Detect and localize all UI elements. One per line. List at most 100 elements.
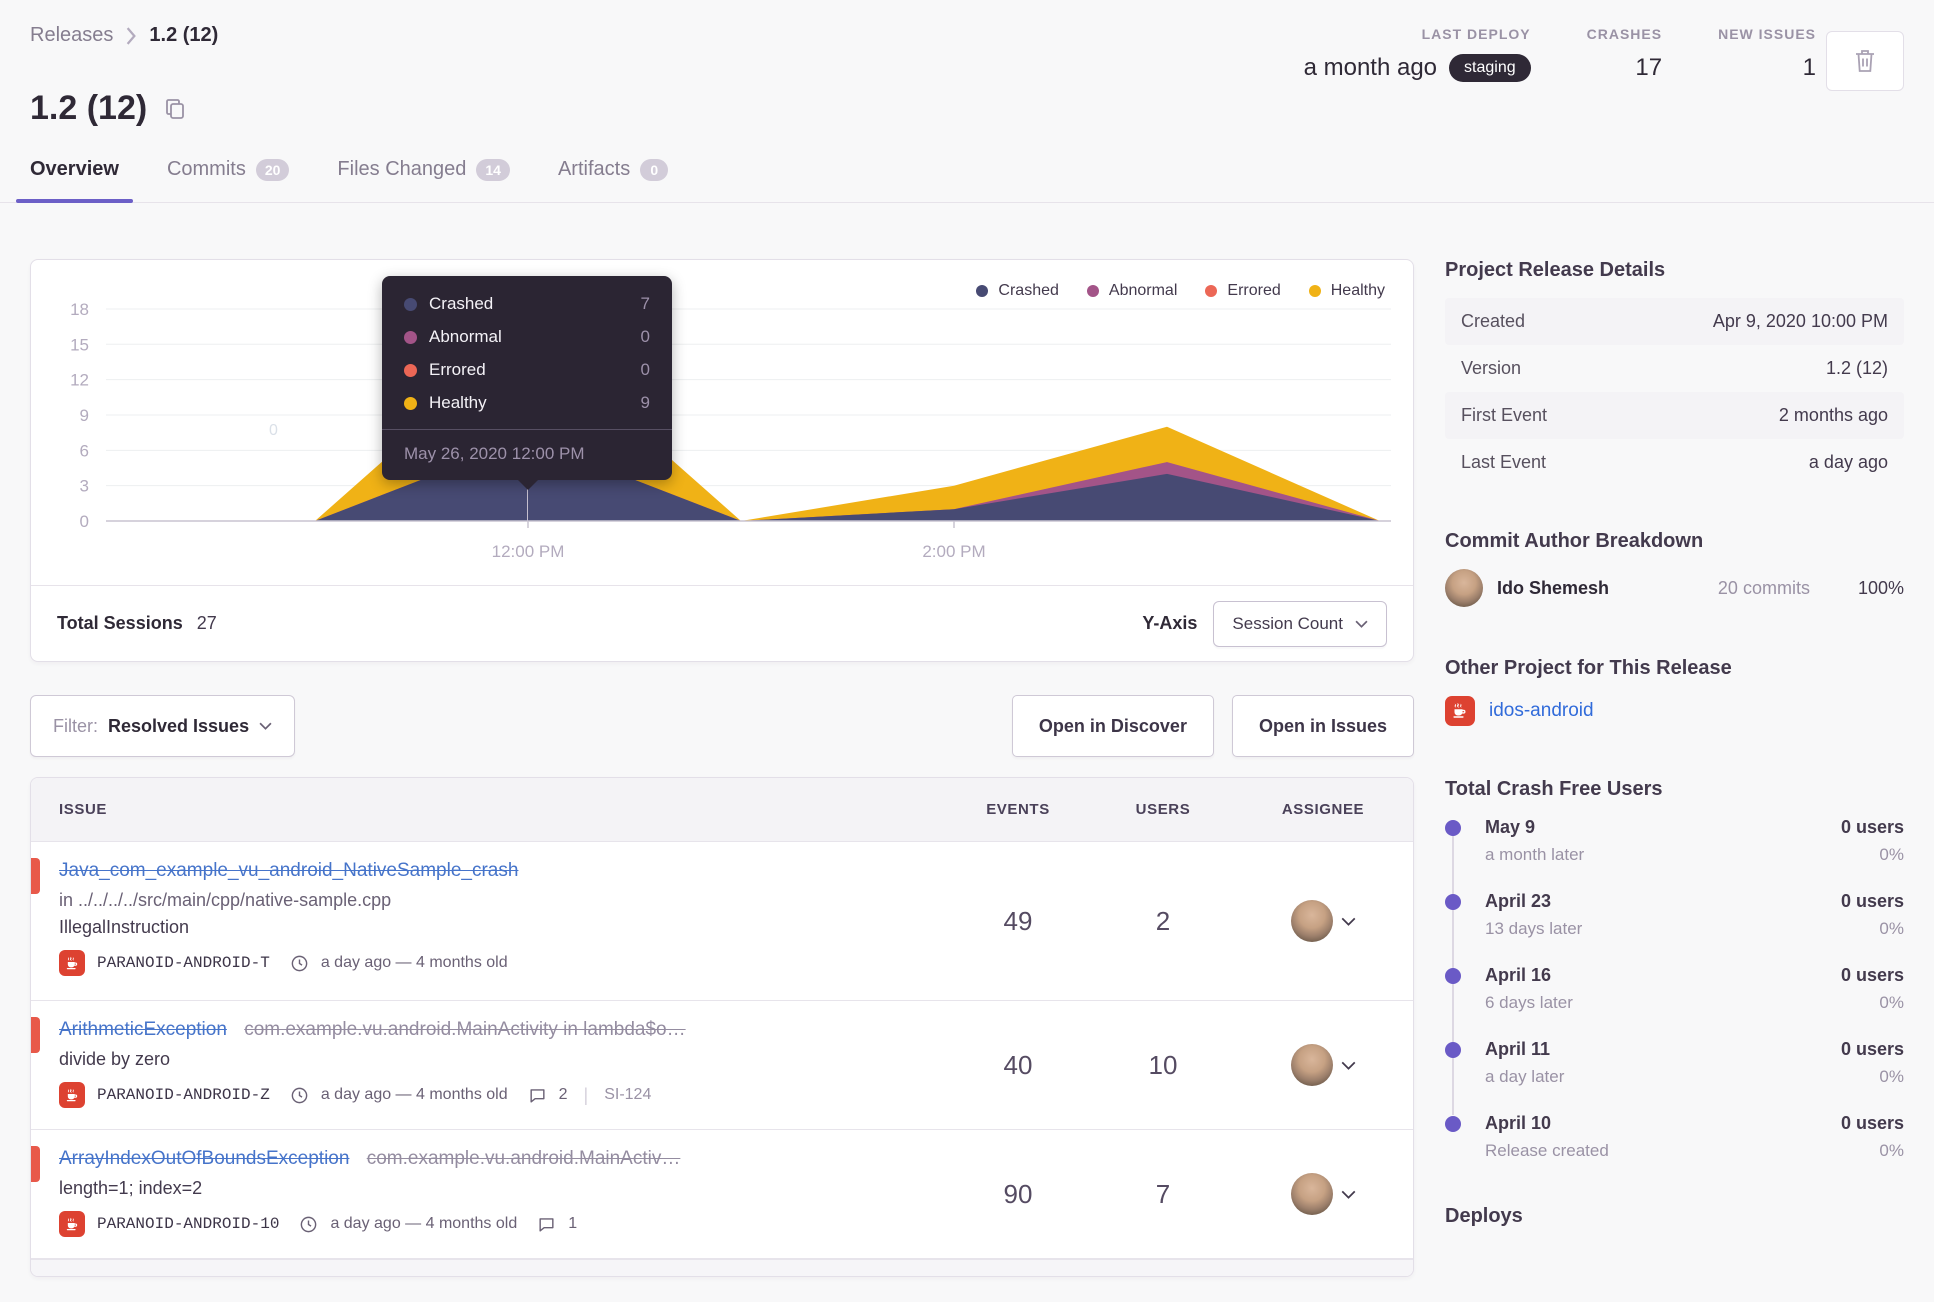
chart-footer: Total Sessions 27 Y-Axis Session Count (31, 585, 1413, 661)
release-details-table: Created Apr 9, 2020 10:00 PM Version 1.2… (1445, 298, 1904, 486)
timeline-date: April 11 (1485, 1039, 1551, 1059)
java-coffee-icon (1445, 696, 1475, 726)
svg-text:18: 18 (70, 300, 89, 319)
timeline-users: 0 users (1840, 891, 1904, 911)
timeline-users: 0 users (1840, 1039, 1904, 1059)
abnormal-dot-icon (1086, 285, 1099, 297)
stat-label: CRASHES (1586, 26, 1663, 42)
errored-dot-icon (404, 363, 417, 377)
release-sidebar: Project Release Details Created Apr 9, 2… (1445, 259, 1904, 1277)
stat-crashes: CRASHES 17 (1587, 26, 1662, 82)
legend-item-crashed[interactable]: Crashed (976, 282, 1059, 300)
svg-text:12:00 PM: 12:00 PM (492, 542, 565, 561)
sessions-chart[interactable]: 0 3 6 9 12 15 18 12:00 PM 2:00 PM 0 Crashed Abno… (31, 260, 1413, 585)
issue-row: Java_com_example_vu_android_NativeSample… (31, 842, 1413, 1001)
timeline-dot (1445, 1042, 1461, 1058)
issue-title-link[interactable]: Java_com_example_vu_android_NativeSample… (59, 860, 518, 881)
sessions-chart-card: 0 3 6 9 12 15 18 12:00 PM 2:00 PM 0 Crashed Abno… (30, 259, 1414, 662)
issue-message: divide by zero (59, 1049, 171, 1069)
tab-label: Files Changed (337, 158, 467, 180)
tab-commits[interactable]: Commits 20 (167, 158, 290, 203)
comment-icon (537, 1215, 556, 1234)
timeline-percent: 0% (1879, 993, 1904, 1012)
timeline-percent: 0% (1879, 845, 1904, 864)
commit-breakdown-heading: Commit Author Breakdown (1445, 530, 1704, 552)
tooltip-label: Abnormal (429, 327, 502, 346)
comment-icon (528, 1086, 547, 1105)
issue-message: length=1; index=2 (59, 1178, 203, 1198)
tab-overview[interactable]: Overview (16, 158, 133, 203)
author-name: Ido Shemesh (1497, 577, 1610, 598)
assignee-selector[interactable] (1290, 1173, 1356, 1215)
tooltip-label: Errored (429, 360, 486, 379)
detail-row: Created Apr 9, 2020 10:00 PM (1445, 298, 1904, 345)
timeline-percent: 0% (1879, 1067, 1904, 1086)
legend-item-healthy[interactable]: Healthy (1308, 282, 1385, 300)
timeline-item: April 10 Release created 0 users 0% (1445, 1113, 1904, 1161)
crashes-value: 17 (1635, 54, 1663, 81)
project-slug[interactable]: PARANOID-ANDROID-Z (97, 1086, 270, 1104)
errored-dot-icon (1205, 285, 1218, 297)
detail-label: Last Event (1461, 452, 1547, 472)
y-axis-select[interactable]: Session Count (1213, 600, 1387, 647)
detail-value: 2 months ago (1778, 405, 1888, 425)
tab-artifacts[interactable]: Artifacts 0 (558, 158, 669, 203)
copy-version-button[interactable] (163, 97, 187, 121)
chart-legend: Crashed Abnormal Errored Healthy (976, 282, 1385, 300)
author-percent: 100% (1857, 577, 1904, 598)
timeline-percent: 0% (1879, 1141, 1904, 1160)
legend-item-abnormal[interactable]: Abnormal (1086, 282, 1177, 300)
detail-label: Version (1461, 358, 1522, 378)
open-in-issues-button[interactable]: Open in Issues (1231, 695, 1414, 757)
delete-release-button[interactable] (1826, 31, 1904, 91)
crash-free-heading: Total Crash Free Users (1445, 778, 1663, 800)
tab-count-badge: 14 (476, 158, 510, 181)
filter-selected-value: Resolved Issues (108, 715, 250, 736)
issues-filter-select[interactable]: Filter: Resolved Issues (30, 695, 296, 757)
chevron-down-icon (1341, 1061, 1355, 1070)
open-in-discover-button[interactable]: Open in Discover (1011, 695, 1214, 757)
unhandled-marker (31, 1017, 40, 1053)
other-project-link[interactable]: idos-android (1489, 700, 1594, 722)
chevron-right-icon (125, 26, 137, 45)
breadcrumb-releases-link[interactable]: Releases (30, 24, 113, 47)
clock-icon (290, 954, 309, 973)
timeline-item: April 11 a day later 0 users 0% (1445, 1039, 1904, 1113)
timeline-users: 0 users (1840, 1113, 1904, 1133)
total-sessions-value: 27 (196, 613, 217, 633)
tooltip-value: 9 (640, 393, 650, 412)
assignee-selector[interactable] (1290, 900, 1356, 942)
chevron-down-icon (1341, 917, 1355, 926)
assignee-selector[interactable] (1290, 1044, 1356, 1086)
detail-value: a day ago (1808, 452, 1888, 472)
project-slug[interactable]: PARANOID-ANDROID-T (97, 954, 270, 972)
issue-age: a day ago — 4 months old (330, 1215, 518, 1232)
column-header-users: USERS (1135, 801, 1191, 818)
tooltip-label: Healthy (429, 393, 487, 412)
svg-text:9: 9 (80, 406, 89, 425)
details-heading: Project Release Details (1445, 259, 1666, 281)
legend-item-errored[interactable]: Errored (1205, 282, 1281, 300)
external-issue-link[interactable]: SI-124 (604, 1086, 651, 1104)
issue-title-link[interactable]: ArrayIndexOutOfBoundsException (59, 1148, 349, 1169)
tab-files-changed[interactable]: Files Changed 14 (337, 158, 510, 203)
tooltip-value: 0 (640, 327, 650, 346)
issue-users-count: 7 (1155, 1178, 1171, 1209)
stat-last-deploy: LAST DEPLOY a month ago staging (1304, 26, 1531, 82)
assignee-avatar (1290, 1173, 1333, 1215)
column-header-assignee: ASSIGNEE (1281, 801, 1365, 818)
issue-events-count: 40 (1003, 1049, 1033, 1080)
stray-zero-label: 0 (269, 422, 278, 439)
stat-label: LAST DEPLOY (1421, 26, 1531, 42)
clock-icon (290, 1086, 309, 1105)
svg-text:12: 12 (70, 371, 89, 390)
project-slug[interactable]: PARANOID-ANDROID-10 (97, 1215, 279, 1233)
issue-title-link[interactable]: ArithmeticException (59, 1019, 227, 1040)
issues-table-footer (31, 1259, 1413, 1276)
timeline-dot (1445, 820, 1461, 836)
chevron-down-icon (1355, 620, 1368, 628)
issue-message: IllegalInstruction (59, 917, 190, 937)
tooltip-value: 7 (640, 294, 650, 313)
svg-text:2:00 PM: 2:00 PM (922, 542, 985, 561)
timeline-note: 6 days later (1485, 993, 1573, 1012)
